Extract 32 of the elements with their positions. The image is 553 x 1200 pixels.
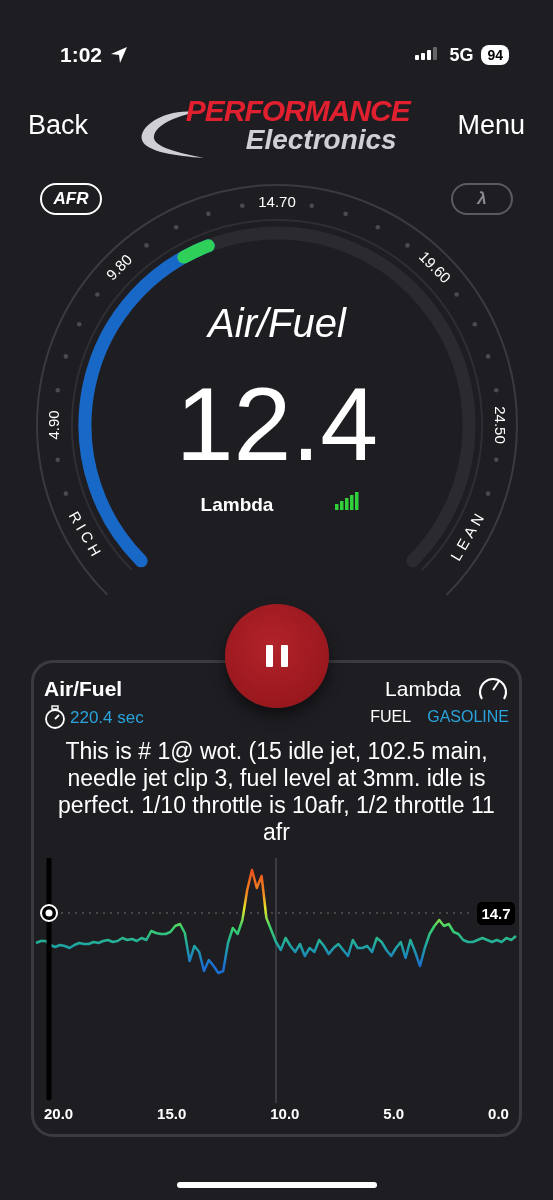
scale-label: 14.70 [258, 192, 296, 210]
network-label: 5G [449, 43, 474, 67]
clock-time: 1:02 [60, 42, 103, 69]
reference-label: 14.7 [477, 901, 515, 925]
gauge-title: Air/Fuel [208, 301, 346, 345]
scrubber-handle[interactable] [40, 903, 58, 922]
unit-toggle[interactable]: λ [451, 183, 513, 215]
sensor-label: Lambda [385, 676, 461, 702]
battery-level: 94 [481, 45, 509, 65]
scale-label: 24.50 [492, 406, 510, 444]
scale-label: 9.80 [102, 250, 136, 284]
gauge-value: 12.4 [175, 366, 379, 482]
logo-text: Electronics [245, 126, 398, 154]
back-button[interactable]: Back [28, 104, 89, 146]
menu-button[interactable]: Menu [457, 104, 525, 146]
gauge-subtitle: Lambda [200, 494, 274, 515]
scale-label: 4.90 [44, 410, 62, 440]
axis-tick-label: 5.0 [383, 1103, 405, 1124]
duration-text: 220.4 sec [70, 706, 144, 729]
stopwatch-icon [44, 705, 66, 730]
location-arrow-icon [110, 46, 129, 64]
log-note: This is # 1@ wot. (15 idle jet, 102.5 main, needle jet clip 3, fuel level at 3mm. idle is perfect. 1/10 throttle is 10afr, 1/2 throttle 11 afr [57, 738, 496, 846]
logo-text: PERFORMANCE [185, 96, 410, 126]
axis-tick-label: 15.0 [157, 1103, 187, 1124]
log-title: Air/Fuel [44, 676, 124, 702]
fuel-type: GASOLINE [427, 706, 509, 727]
axis-tick-label: 10.0 [270, 1103, 300, 1124]
axis-tick-label: 0.0 [488, 1103, 509, 1124]
signal-strength-icon [335, 492, 359, 510]
fuel-label: FUEL [370, 706, 412, 727]
unit-toggle[interactable]: AFR [40, 183, 102, 215]
axis-tick-label: 20.0 [44, 1103, 74, 1124]
